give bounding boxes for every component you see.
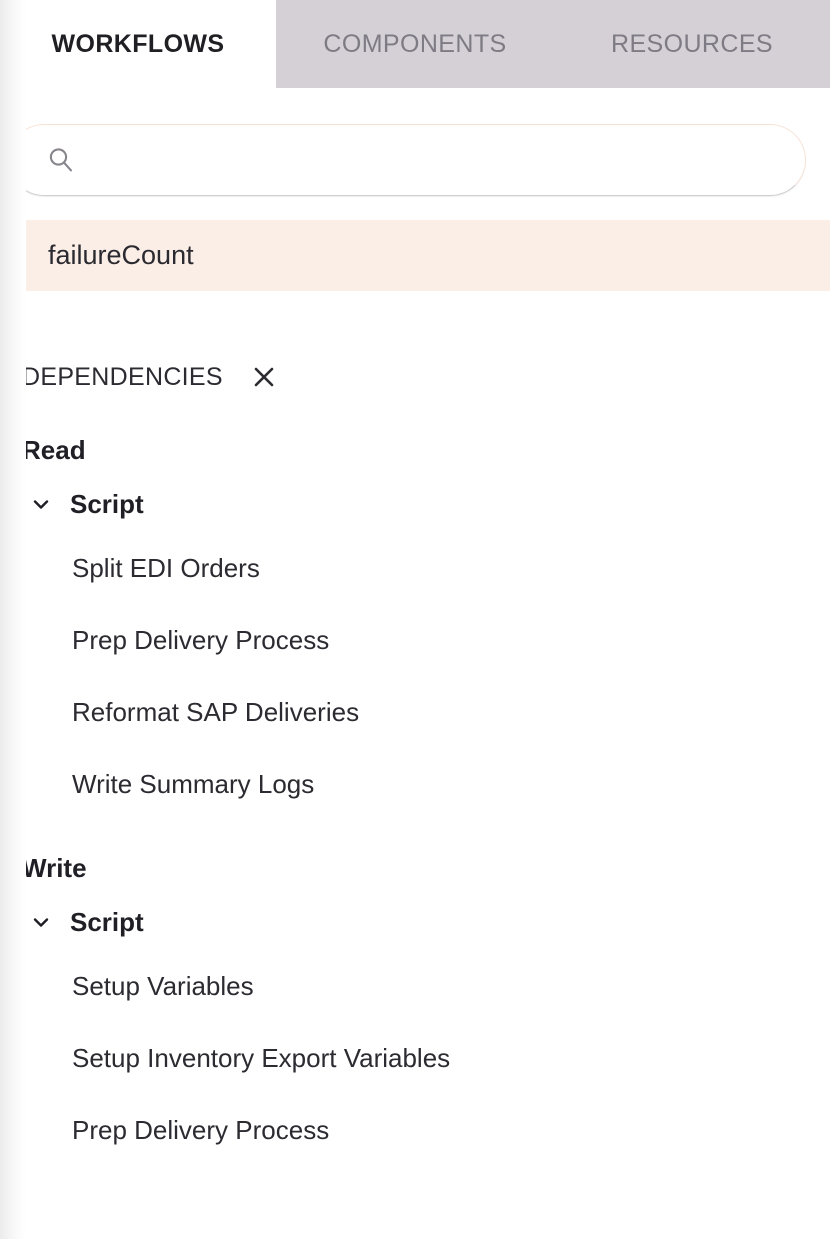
dependency-group-write: Write Script Setup Variables Setup Inven… bbox=[0, 842, 830, 1166]
dependency-item[interactable]: Setup Variables bbox=[0, 950, 830, 1022]
tab-workflows[interactable]: WORKFLOWS bbox=[0, 0, 276, 88]
dependency-group-read-title: Read bbox=[22, 435, 86, 465]
close-icon[interactable] bbox=[249, 362, 279, 392]
search-bar bbox=[8, 124, 806, 198]
tab-components-label: COMPONENTS bbox=[323, 29, 507, 58]
dependency-item[interactable]: Split EDI Orders bbox=[0, 532, 830, 604]
search-icon bbox=[46, 145, 76, 175]
search-result-row-failurecount[interactable]: failureCount bbox=[0, 220, 830, 291]
dependency-item[interactable]: Reformat SAP Deliveries bbox=[0, 676, 830, 748]
dependency-item[interactable]: Setup Inventory Export Variables bbox=[0, 1022, 830, 1094]
dependencies-title: DEPENDENCIES bbox=[22, 362, 223, 391]
dependency-group-read: Read Script Split EDI Orders Prep Delive… bbox=[0, 424, 830, 820]
dependencies-tree: Read Script Split EDI Orders Prep Delive… bbox=[0, 424, 830, 1166]
dependencies-header: DEPENDENCIES bbox=[22, 358, 279, 396]
dependency-node-write-script-label: Script bbox=[70, 906, 144, 937]
dependency-group-write-title: Write bbox=[22, 853, 87, 883]
tab-components[interactable]: COMPONENTS bbox=[276, 0, 554, 88]
dependency-node-read-script-label: Script bbox=[70, 488, 144, 519]
dependency-node-read-script[interactable]: Script bbox=[0, 476, 830, 532]
tab-resources-label: RESOURCES bbox=[611, 29, 773, 58]
dependency-node-write-script[interactable]: Script bbox=[0, 894, 830, 950]
dependency-item[interactable]: Prep Delivery Process bbox=[0, 1094, 830, 1166]
tab-bar: WORKFLOWS COMPONENTS RESOURCES bbox=[0, 0, 830, 88]
chevron-down-icon[interactable] bbox=[30, 493, 52, 515]
dependency-item[interactable]: Write Summary Logs bbox=[0, 748, 830, 820]
search-input[interactable] bbox=[88, 138, 778, 182]
search-result-label: failureCount bbox=[48, 240, 194, 270]
dependency-item[interactable]: Prep Delivery Process bbox=[0, 604, 830, 676]
chevron-down-icon[interactable] bbox=[30, 911, 52, 933]
tab-workflows-label: WORKFLOWS bbox=[51, 29, 225, 58]
tab-resources[interactable]: RESOURCES bbox=[554, 0, 830, 88]
